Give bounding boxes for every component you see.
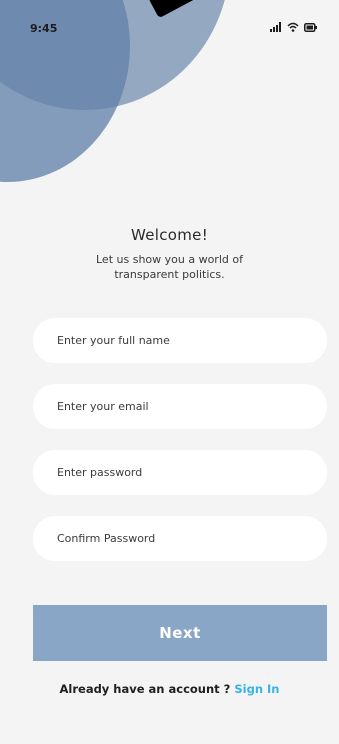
welcome-title: Welcome! xyxy=(130,226,209,244)
password-input[interactable] xyxy=(33,450,327,495)
wifi-icon xyxy=(287,22,299,32)
full-name-input[interactable] xyxy=(33,318,327,363)
welcome-block: Welcome! Let us show you a world of tran… xyxy=(0,226,339,282)
welcome-subtitle: Let us show you a world of transparent p… xyxy=(96,253,243,281)
signup-screen: 9:45 Welcome! Let us show you a world of… xyxy=(0,0,339,744)
signup-form xyxy=(33,318,327,582)
signin-prompt-text: Already have an account ? xyxy=(59,682,231,696)
signal-icon xyxy=(270,22,282,32)
status-icons xyxy=(270,22,317,32)
status-bar: 9:45 xyxy=(0,22,339,42)
sign-in-link[interactable]: Sign In xyxy=(234,682,279,696)
signin-prompt: Already have an account ? Sign In xyxy=(0,682,339,696)
status-time: 9:45 xyxy=(30,22,58,35)
confirm-password-input[interactable] xyxy=(33,516,327,561)
next-button[interactable]: Next xyxy=(33,605,327,661)
email-input[interactable] xyxy=(33,384,327,429)
battery-icon xyxy=(304,22,317,32)
